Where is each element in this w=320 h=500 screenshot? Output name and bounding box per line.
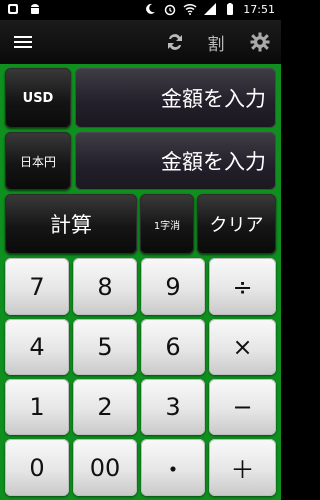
discount-button[interactable]: 割 bbox=[204, 28, 228, 56]
settings-button[interactable] bbox=[248, 28, 272, 56]
discount-label: 割 bbox=[207, 34, 225, 55]
app-toolbar: 割 bbox=[0, 20, 281, 65]
to-currency-button[interactable]: 日本円 bbox=[5, 132, 71, 190]
key-8[interactable]: 8 bbox=[73, 258, 137, 315]
key-label: 1 bbox=[29, 393, 45, 421]
key-label: ＋ bbox=[230, 456, 255, 484]
key-4[interactable]: 4 bbox=[5, 319, 69, 375]
key-label: 9 bbox=[165, 272, 181, 301]
key-label: 2 bbox=[97, 393, 113, 421]
status-bar: 17:51 bbox=[0, 0, 281, 20]
key-0[interactable]: 0 bbox=[5, 439, 69, 496]
key-5[interactable]: 5 bbox=[73, 319, 137, 375]
key-6[interactable]: 6 bbox=[141, 319, 205, 375]
android-icon bbox=[31, 4, 39, 14]
key-label: 3 bbox=[165, 393, 181, 421]
key-label: 8 bbox=[97, 272, 113, 301]
from-amount-field[interactable]: 金額を入力 bbox=[75, 68, 276, 128]
from-amount-placeholder: 金額を入力 bbox=[161, 87, 266, 111]
signal-icon bbox=[204, 3, 217, 15]
key-00[interactable]: 00 bbox=[73, 439, 137, 496]
key-label: 0 bbox=[29, 453, 45, 482]
key-label: 7 bbox=[29, 272, 45, 301]
key-9[interactable]: 9 bbox=[141, 258, 205, 315]
swap-button[interactable] bbox=[162, 28, 188, 56]
to-amount-placeholder: 金額を入力 bbox=[161, 150, 266, 174]
key-label: 00 bbox=[89, 453, 121, 482]
key-1[interactable]: 1 bbox=[5, 379, 69, 435]
key-2[interactable]: 2 bbox=[73, 379, 137, 435]
from-currency-button[interactable]: USD bbox=[5, 68, 71, 128]
key-label: 5 bbox=[97, 333, 113, 361]
moon-icon bbox=[146, 3, 156, 14]
key-7[interactable]: 7 bbox=[5, 258, 69, 315]
menu-button[interactable] bbox=[12, 28, 34, 56]
from-currency-code: USD bbox=[22, 90, 54, 106]
calculate-label: 計算 bbox=[50, 213, 92, 237]
key-label: 6 bbox=[165, 333, 181, 361]
key-multiply[interactable]: × bbox=[209, 319, 276, 375]
key-add[interactable]: ＋ bbox=[209, 439, 276, 496]
calculator-body: USD 金額を入力 日本円 金額を入力 計算 1字消 クリア 7 8 9 ÷ 4… bbox=[0, 64, 281, 500]
key-3[interactable]: 3 bbox=[141, 379, 205, 435]
key-label: ÷ bbox=[232, 272, 253, 301]
to-amount-field[interactable]: 金額を入力 bbox=[75, 132, 276, 190]
delete-one-button[interactable]: 1字消 bbox=[140, 194, 194, 254]
key-label: 4 bbox=[29, 333, 45, 361]
key-subtract[interactable]: − bbox=[209, 379, 276, 435]
calculate-button[interactable]: 計算 bbox=[5, 194, 137, 254]
swap-icon bbox=[168, 34, 182, 50]
key-divide[interactable]: ÷ bbox=[209, 258, 276, 315]
delete-one-label: 1字消 bbox=[153, 220, 181, 232]
wifi-icon bbox=[183, 3, 197, 15]
key-decimal[interactable]: ・ bbox=[141, 439, 205, 496]
clear-label: クリア bbox=[209, 215, 264, 236]
menu-icon bbox=[14, 36, 32, 48]
alarm-icon bbox=[165, 4, 176, 16]
to-currency-code: 日本円 bbox=[19, 154, 56, 169]
key-label: − bbox=[232, 393, 253, 421]
clear-button[interactable]: クリア bbox=[197, 194, 276, 254]
status-time: 17:51 bbox=[243, 2, 275, 16]
battery-icon bbox=[227, 3, 234, 15]
gear-icon bbox=[250, 32, 270, 52]
notification-icon bbox=[8, 4, 18, 14]
key-label: × bbox=[232, 333, 253, 361]
key-label: ・ bbox=[161, 456, 185, 484]
